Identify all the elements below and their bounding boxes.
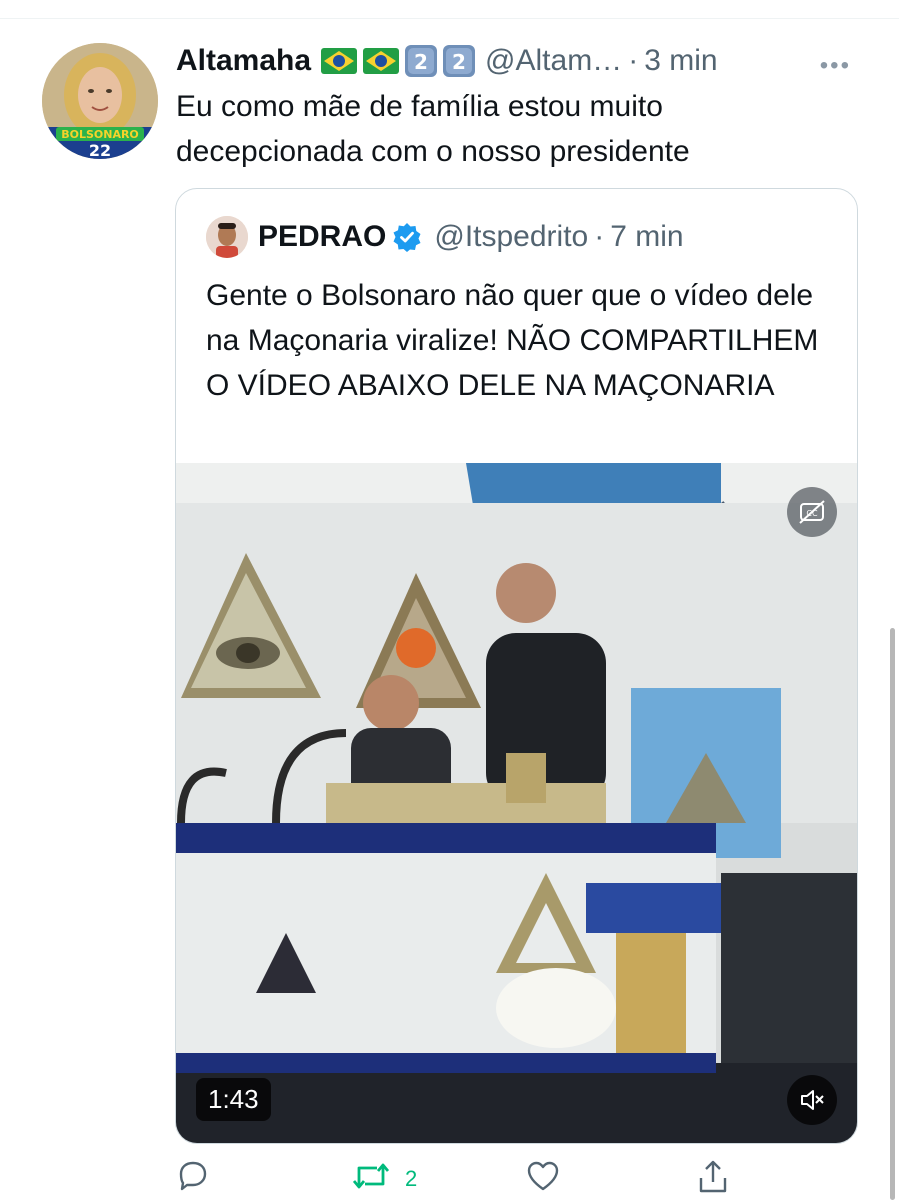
video-frame [176,463,857,1143]
brazil-flag-icon [363,48,400,74]
separator-dot: · [594,220,605,253]
tweet-text: Eu como mãe de família estou muito decep… [176,90,690,168]
tweet-header: Altamaha 2 2 @Altam… · 3 min [176,40,876,82]
keycap-2-icon: 2 [405,45,438,77]
svg-text:2: 2 [414,50,428,74]
scrollbar[interactable] [890,628,895,1200]
quoted-tweet-text: Gente o Bolsonaro não quer que o vídeo d… [206,279,819,402]
quoted-tweet-header: PEDRAO @Itspedrito · 7 min [206,215,684,259]
share-button[interactable] [695,1158,731,1200]
display-name[interactable]: Altamaha [176,44,311,78]
retweet-icon [351,1158,391,1199]
quoted-display-name[interactable]: PEDRAO [258,220,386,254]
retweet-count: 2 [405,1165,418,1191]
like-button[interactable] [525,1158,561,1199]
more-options-icon[interactable]: ••• [820,52,851,80]
share-icon [695,1158,731,1200]
separator-dot: · [628,44,639,77]
avatar[interactable]: BOLSONARO 22 [42,43,158,159]
avatar-badge-text: BOLSONARO [61,128,139,141]
verified-badge-icon [392,222,422,252]
quoted-tweet[interactable]: PEDRAO @Itspedrito · 7 min Gente o Bolso… [175,188,858,1144]
action-bar: 2 [175,1158,755,1200]
quoted-avatar[interactable] [206,216,248,258]
reply-button[interactable] [175,1158,211,1199]
keycap-2-icon: 2 [443,45,476,77]
video-player[interactable]: CC 1:43 [176,463,857,1143]
retweet-button[interactable]: 2 [351,1158,417,1199]
quoted-timestamp[interactable]: 7 min [610,220,683,254]
muted-speaker-icon[interactable] [787,1075,837,1125]
closed-captions-off-icon[interactable]: CC [787,487,837,537]
timestamp[interactable]: 3 min [644,44,717,78]
tweet-screen: BOLSONARO 22 Altamaha 2 2 @Altam… · 3 mi… [0,0,899,1200]
avatar-badge-number: 22 [89,141,111,159]
quoted-handle[interactable]: @Itspedrito [434,220,588,254]
svg-text:2: 2 [452,50,466,74]
reply-icon [175,1158,211,1199]
brazil-flag-icon [321,48,358,74]
video-duration: 1:43 [196,1078,271,1121]
handle[interactable]: @Altam… [485,44,622,78]
heart-icon [525,1158,561,1199]
divider [0,18,899,19]
